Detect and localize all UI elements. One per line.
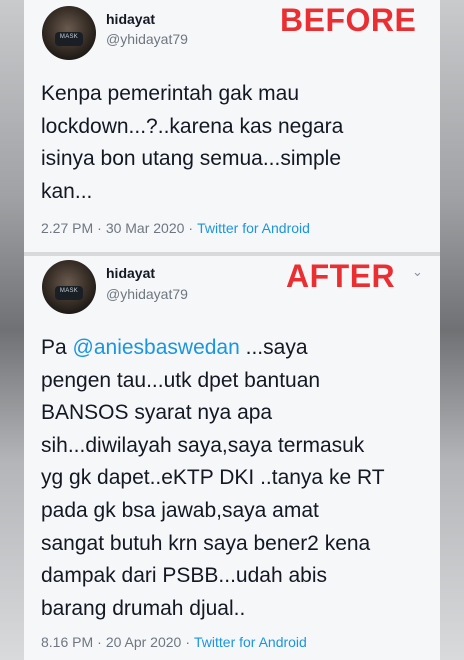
tweet-date[interactable]: 30 Mar 2020 [106, 220, 185, 236]
display-name[interactable]: hidayat [106, 11, 155, 27]
tweet-time[interactable]: 2.27 PM [41, 220, 93, 236]
meta-separator: · [97, 634, 102, 650]
meta-separator: · [185, 634, 190, 650]
meta-separator: · [97, 220, 102, 236]
mask-text: MASK [59, 288, 79, 294]
text-prefix: Pa [41, 336, 73, 359]
face-mask-image: MASK [55, 286, 83, 300]
tweet-meta: 8.16 PM · 20 Apr 2020 · Twitter for Android [41, 634, 307, 650]
mention-link[interactable]: @aniesbaswedan [73, 336, 240, 359]
tweet-card-after: MASK hidayat @yhidayat79 AFTER ⌄ Pa @ani… [24, 256, 440, 660]
tweet-line: barang drumah djual.. [41, 596, 246, 620]
tweet-time[interactable]: 8.16 PM [41, 634, 93, 650]
tweet-line: sih...diwilayah saya,saya termasuk [41, 433, 365, 457]
avatar[interactable]: MASK [42, 6, 96, 60]
tweet-card-before: MASK hidayat @yhidayat79 BEFORE Kenpa pe… [24, 0, 440, 252]
face-mask-image: MASK [55, 32, 83, 46]
avatar[interactable]: MASK [42, 260, 96, 314]
mask-text: MASK [59, 34, 79, 40]
tweet-meta: 2.27 PM · 30 Mar 2020 · Twitter for Android [41, 220, 310, 236]
tweet-text: Kenpa pemerintah gak mau lockdown...?..k… [41, 78, 436, 208]
tweet-text: Pa @aniesbaswedan ...saya pengen tau...u… [41, 332, 436, 625]
tweet-line: Kenpa pemerintah gak mau [41, 82, 299, 105]
tweet-line: lockdown...?..karena kas negara [41, 114, 344, 138]
tweet-line: kan... [41, 179, 93, 203]
display-name[interactable]: hidayat [106, 265, 155, 281]
tweet-line: dampak dari PSBB...udah abis [41, 564, 328, 588]
user-handle[interactable]: @yhidayat79 [106, 286, 188, 302]
tweet-line: pengen tau...utk dpet bantuan [41, 368, 321, 392]
tweet-line: pada gk bsa jawab,saya amat [41, 498, 319, 522]
tweet-date[interactable]: 20 Apr 2020 [106, 634, 182, 650]
meta-separator: · [188, 220, 194, 236]
tweet-source-link[interactable]: Twitter for Android [197, 220, 310, 236]
tweet-line: yg gk dapet..eKTP DKI ..tanya ke RT [41, 466, 385, 490]
chevron-down-icon[interactable]: ⌄ [412, 264, 423, 280]
tweet-line: Pa @aniesbaswedan ...saya [41, 332, 436, 365]
after-label: AFTER [286, 258, 396, 294]
text-suffix: ...saya [239, 336, 308, 359]
before-label: BEFORE [280, 2, 417, 38]
tweet-line: sangat butuh krn saya bener2 kena [41, 531, 371, 555]
right-edge-blur [440, 0, 464, 660]
tweet-line: BANSOS syarat nya apa [41, 401, 273, 425]
tweet-source-link[interactable]: Twitter for Android [194, 634, 307, 650]
user-handle[interactable]: @yhidayat79 [106, 31, 188, 47]
left-edge-blur [0, 0, 24, 660]
tweet-line: isinya bon utang semua...simple [41, 147, 341, 171]
